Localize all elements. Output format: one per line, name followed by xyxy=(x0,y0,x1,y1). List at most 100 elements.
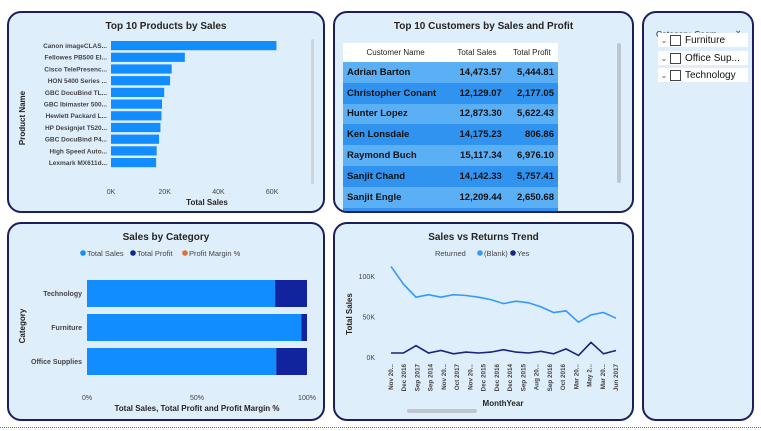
x-axis-title: MonthYear xyxy=(483,399,524,408)
product-bar xyxy=(111,76,171,86)
cell-total-profit: 806.86 xyxy=(505,124,558,146)
table-row[interactable]: Sanjit Chand 14,142.33 5,757.41 xyxy=(343,165,558,187)
category-tick-label: Furniture xyxy=(51,325,82,332)
table-row[interactable]: Sean Miller25,043.05-1,980.74 xyxy=(343,207,558,211)
trend-chart[interactable]: Returned (Blank) Yes 0K 50K 100K Total Sales No… xyxy=(335,224,632,419)
legend-label: Yes xyxy=(517,249,529,258)
col-customer-name[interactable]: Customer Name xyxy=(343,43,449,62)
page-divider xyxy=(0,427,761,428)
legend-label: Profit Margin % xyxy=(189,249,241,258)
cell-customer-name: Christopher Conant xyxy=(343,82,449,104)
table-row[interactable]: Adrian Barton 14,473.57 5,444.81 xyxy=(343,62,558,83)
chevron-down-icon[interactable]: ⌄ xyxy=(658,36,670,45)
checkbox[interactable] xyxy=(670,52,681,64)
slicer-item-technology[interactable]: ⌄ Technology xyxy=(658,68,748,82)
cell-customer-name: Ken Lonsdale xyxy=(343,124,449,146)
product-bar xyxy=(111,64,172,74)
slicer-item-furniture[interactable]: ⌄ Furniture xyxy=(658,33,748,47)
cell-total-sales: 14,142.33 xyxy=(448,165,506,187)
cell-total-sales: 25,043.05 xyxy=(448,207,506,211)
x-tick-label: Nov 20... xyxy=(467,364,474,390)
table-row[interactable]: Sanjit Engle 12,209.44 2,650.68 xyxy=(343,186,558,208)
x-tick-label: 60K xyxy=(266,189,279,196)
sales-returns-trend-card[interactable]: Sales vs Returns Trend Returned (Blank) Ye… xyxy=(333,222,634,421)
cell-customer-name: Adrian Barton xyxy=(343,62,449,83)
category-bar-segment xyxy=(87,280,276,307)
product-bar xyxy=(111,134,160,144)
product-tick-label: Hewlett Packard L... xyxy=(46,113,108,120)
product-bar xyxy=(111,41,277,51)
series-line-yes xyxy=(391,341,617,357)
product-tick-label: Canon imageCLAS... xyxy=(43,43,107,50)
table-scrollbar[interactable] xyxy=(617,43,621,183)
legend-title: Returned xyxy=(435,249,466,258)
cell-total-sales: 12,873.30 xyxy=(448,103,506,125)
cell-total-profit: 5,757.41 xyxy=(505,165,558,187)
slicer-item-label: Office Sup... xyxy=(685,52,740,64)
table-row[interactable]: Raymond Buch 15,117.34 6,976.10 xyxy=(343,145,558,166)
cell-customer-name: Sanjit Engle xyxy=(343,186,449,208)
category-bar-segment xyxy=(275,280,307,307)
category-bar-segment xyxy=(87,314,302,341)
top-products-chart[interactable]: Canon imageCLAS... Fellowes PB500 El... Ci… xyxy=(9,13,323,211)
product-bar xyxy=(111,158,157,168)
category-bar-segment xyxy=(276,348,307,375)
y-tick-label: 100K xyxy=(359,274,376,281)
checkbox[interactable] xyxy=(670,34,681,46)
y-axis-title: Total Sales xyxy=(345,293,354,335)
x-tick-label: Nov 20... xyxy=(441,364,448,390)
cell-total-profit: 6,976.10 xyxy=(505,145,558,166)
sales-by-category-card[interactable]: Sales by Category Total Sales Total Profi… xyxy=(7,222,325,421)
checkbox[interactable] xyxy=(670,69,681,81)
table-row[interactable]: Ken Lonsdale 14,175.23 806.86 xyxy=(343,124,558,146)
cell-total-sales: 12,129.07 xyxy=(448,82,506,104)
x-tick-label: 50% xyxy=(190,395,204,402)
cell-customer-name: Raymond Buch xyxy=(343,145,449,166)
x-tick-label: Sep 2016 xyxy=(547,364,554,392)
cell-total-sales: 14,175.23 xyxy=(448,124,506,146)
y-axis-title: Category xyxy=(18,308,27,343)
y-tick-label: 0K xyxy=(366,355,375,362)
customers-table[interactable]: Customer Name Total Sales Total Profit A… xyxy=(343,43,558,211)
product-tick-label: High Speed Auto... xyxy=(49,148,107,155)
table-row[interactable]: Hunter Lopez 12,873.30 5,622.43 xyxy=(343,103,558,125)
legend-label: Total Profit xyxy=(137,249,173,258)
legend-label: Total Sales xyxy=(87,249,124,258)
legend-marker xyxy=(80,250,86,256)
col-total-sales[interactable]: Total Sales xyxy=(448,43,506,62)
col-total-profit[interactable]: Total Profit xyxy=(505,43,558,62)
x-tick-label: Oct 2016 xyxy=(560,364,567,391)
slicer-item-office-supplies[interactable]: ⌄ Office Sup... xyxy=(658,51,748,65)
x-tick-label: 40K xyxy=(212,189,225,196)
x-tick-label: May 2... xyxy=(587,364,594,387)
cell-total-profit: 5,622.43 xyxy=(505,103,558,125)
cell-total-profit: 2,177.05 xyxy=(505,82,558,104)
x-tick-label: Oct 2017 xyxy=(454,364,461,391)
product-tick-label: HP Designjet T520... xyxy=(45,125,107,132)
product-bar xyxy=(111,122,161,133)
chart-scrollbar xyxy=(311,39,314,184)
chevron-down-icon[interactable]: ⌄ xyxy=(658,71,670,80)
x-tick-label: Dec 2015 xyxy=(481,364,488,392)
table-row[interactable]: Christopher Conant 12,129.07 2,177.05 xyxy=(343,82,558,104)
category-bar-segment xyxy=(301,314,307,341)
x-axis-title: Total Sales, Total Profit and Profit Mar… xyxy=(114,404,279,413)
table-header-row: Customer Name Total Sales Total Profit xyxy=(343,43,558,62)
product-tick-label: GBC Ibimaster 500... xyxy=(44,102,107,109)
x-axis-title: Total Sales xyxy=(186,198,228,207)
product-tick-label: HON 5400 Series ... xyxy=(48,78,107,85)
series-line-blank xyxy=(390,265,617,324)
x-tick-label: 100% xyxy=(298,395,316,402)
y-tick-label: 50K xyxy=(363,315,376,322)
legend-marker xyxy=(130,250,136,256)
chevron-down-icon[interactable]: ⌄ xyxy=(658,54,670,63)
product-bar xyxy=(111,87,165,97)
sales-by-category-chart[interactable]: Total Sales Total Profit Profit Margin % Te… xyxy=(9,224,323,419)
top-customers-card[interactable]: Top 10 Customers by Sales and Profit Cus… xyxy=(333,11,634,213)
cell-customer-name: Hunter Lopez xyxy=(343,103,449,125)
x-tick-label: Sep 2014 xyxy=(428,364,435,392)
x-tick-label: 20K xyxy=(158,189,171,196)
slicer-card: Category, Segm... ⌄ ⌄ Furniture ⌄ Office… xyxy=(642,11,754,421)
x-tick-label: Sep 2017 xyxy=(415,364,422,392)
top-products-card[interactable]: Top 10 Products by Sales Canon imageCLAS… xyxy=(7,11,325,213)
